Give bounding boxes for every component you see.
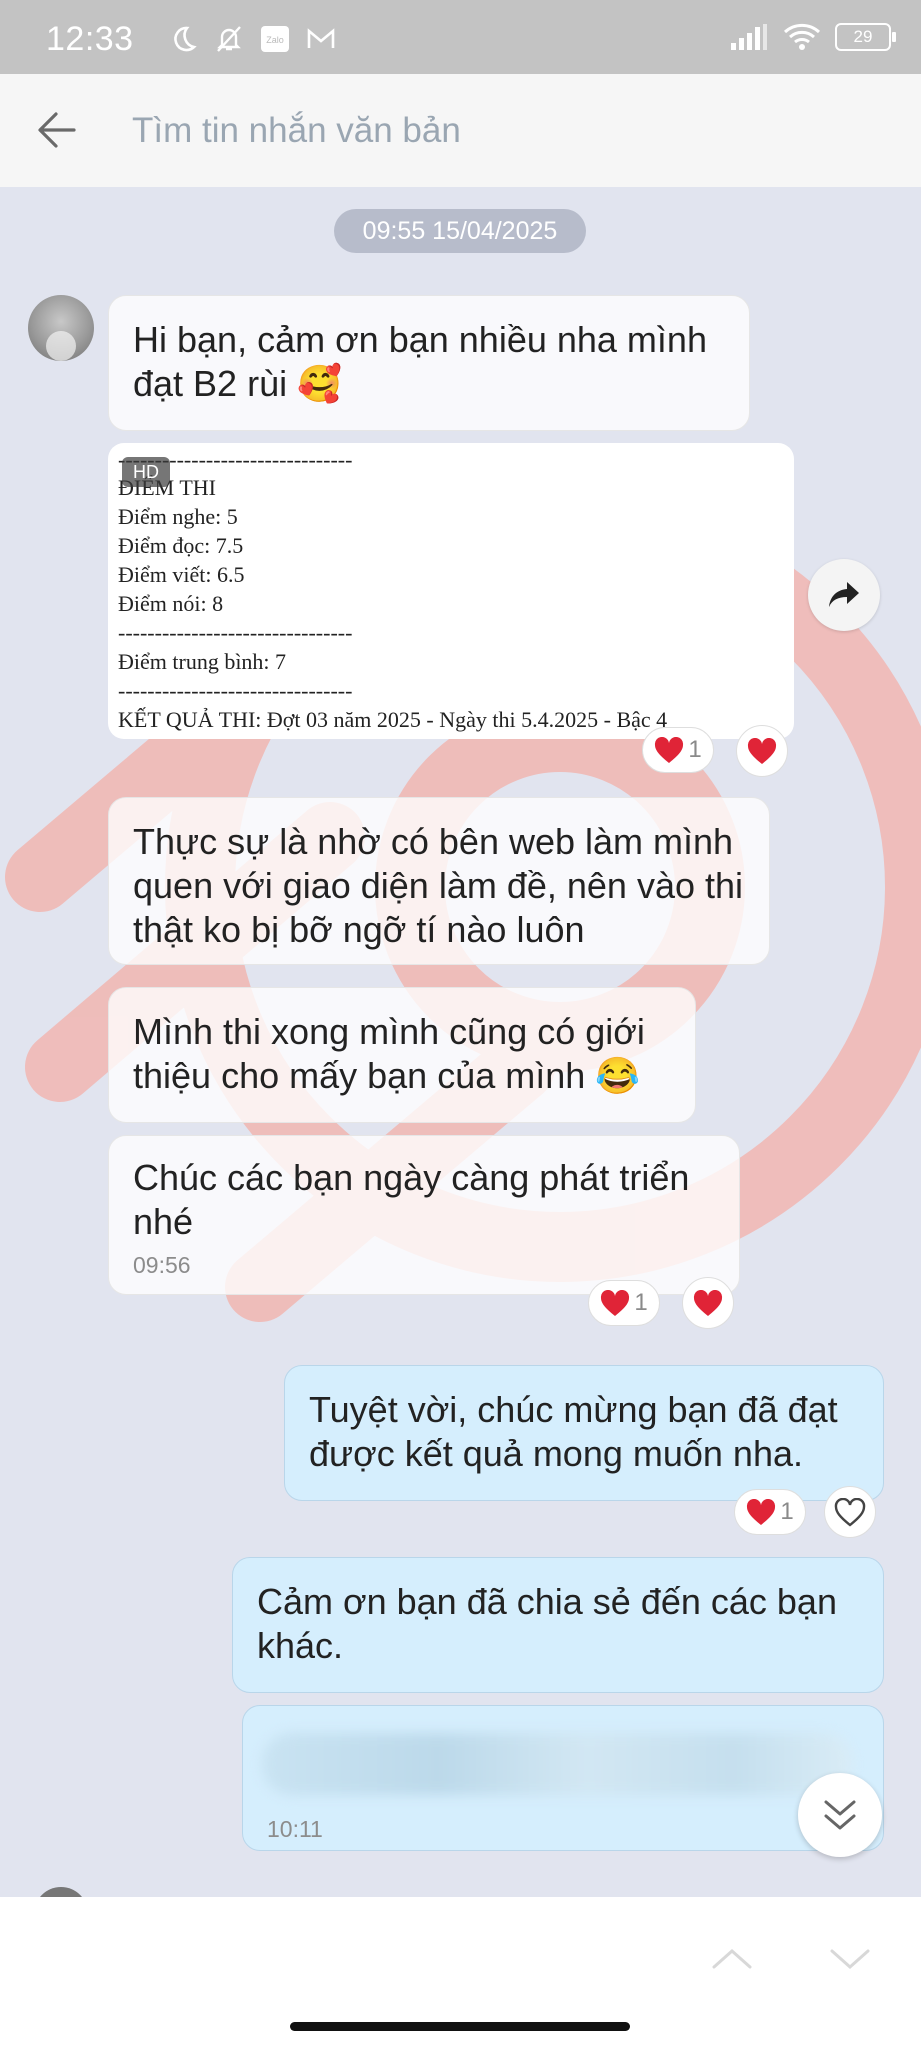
message-text: Hi bạn, cảm ơn bạn nhiều nha mình đạt B2… (133, 319, 707, 404)
svg-text:Zalo: Zalo (266, 35, 284, 45)
system-icons: 29 (729, 22, 896, 52)
reaction-count[interactable]: 1 (734, 1489, 806, 1535)
heart-icon (693, 1289, 723, 1316)
chevron-down-icon (830, 1949, 870, 1970)
zalo-icon: Zalo (261, 26, 289, 52)
next-result-button[interactable] (826, 1943, 874, 1978)
home-indicator[interactable] (290, 2022, 630, 2031)
share-button[interactable] (808, 559, 880, 631)
reaction-count[interactable]: 1 (588, 1280, 660, 1326)
message-time: 09:56 (133, 1252, 191, 1278)
image-text-line: -------------------------------- (118, 678, 353, 703)
message-bubble[interactable]: Tuyệt vời, chúc mừng bạn đã đạt được kết… (284, 1365, 884, 1501)
react-button[interactable] (736, 725, 788, 777)
message-text: Thực sự là nhờ có bên web làm mình quen … (133, 821, 744, 950)
search-input[interactable] (132, 104, 872, 158)
react-button[interactable] (682, 1277, 734, 1329)
gmail-icon (307, 28, 335, 48)
status-bar: 12:33 Zalo 29 (0, 0, 921, 74)
scroll-down-button[interactable] (798, 1773, 882, 1857)
message-bubble[interactable]: Thực sự là nhờ có bên web làm mình quen … (108, 797, 770, 965)
double-chevron-down-icon (824, 1800, 856, 1830)
chat-area[interactable]: 09:55 15/04/2025 Hi bạn, cảm ơn bạn nhiề… (0, 187, 921, 1897)
heart-icon (655, 736, 684, 763)
image-text-line: KẾT QUẢ THI: Đợt 03 năm 2025 - Ngày thi … (118, 707, 668, 732)
bell-off-icon (217, 26, 241, 52)
reaction-count-text: 1 (634, 1289, 648, 1316)
avatar[interactable] (28, 295, 94, 361)
message-bubble[interactable]: Mình thi xong mình cũng có giới thiệu ch… (108, 987, 696, 1123)
heart-icon (747, 737, 777, 764)
status-time: 12:33 (46, 20, 134, 58)
message-text: Cảm ơn bạn đã chia sẻ đến các bạn khác. (257, 1581, 837, 1666)
chevron-up-icon (712, 1948, 752, 1969)
image-text-line: Điểm nghe: 5 (118, 504, 238, 529)
back-button[interactable] (34, 104, 90, 156)
signal-icon (731, 24, 767, 50)
image-text-line: -------------------------------- (118, 620, 353, 645)
previous-result-button[interactable] (708, 1943, 756, 1978)
image-text-line: Điểm nói: 8 (118, 591, 224, 616)
reaction-count-text: 1 (780, 1498, 794, 1525)
image-text-line: Điểm trung bình: 7 (118, 649, 287, 674)
search-navigation-bar (0, 1897, 921, 2048)
message-bubble[interactable]: Cảm ơn bạn đã chia sẻ đến các bạn khác. (232, 1557, 884, 1693)
blurred-message-content (262, 1733, 852, 1795)
image-text-line: Điểm viết: 6.5 (118, 562, 245, 587)
wifi-icon (783, 23, 821, 50)
reaction-count[interactable]: 1 (642, 727, 714, 773)
message-text: Tuyệt vời, chúc mừng bạn đã đạt được kết… (309, 1389, 838, 1474)
image-message[interactable]: -------------------------------- ĐIỂM TH… (108, 443, 794, 739)
hd-badge: HD (122, 457, 170, 487)
date-divider: 09:55 15/04/2025 (334, 209, 586, 253)
arrow-left-icon (38, 112, 76, 148)
moon-icon (174, 26, 197, 52)
heart-icon (601, 1289, 630, 1316)
heart-icon (747, 1498, 776, 1525)
message-time: 10:11 (267, 1816, 323, 1842)
image-text-line: Điểm đọc: 7.5 (118, 533, 244, 558)
message-bubble[interactable]: Chúc các bạn ngày càng phát triển nhé 09… (108, 1135, 740, 1295)
message-text: Mình thi xong mình cũng có giới thiệu ch… (133, 1011, 645, 1096)
search-header (0, 74, 921, 187)
notification-icons: Zalo (168, 24, 336, 54)
message-bubble[interactable]: Hi bạn, cảm ơn bạn nhiều nha mình đạt B2… (108, 295, 750, 431)
battery-icon: 29 (835, 23, 896, 51)
reaction-count-text: 1 (688, 736, 702, 763)
react-button[interactable] (824, 1486, 876, 1538)
message-text: Chúc các bạn ngày càng phát triển nhé (133, 1157, 690, 1242)
heart-outline-icon (834, 1497, 866, 1527)
forward-icon (829, 582, 859, 607)
